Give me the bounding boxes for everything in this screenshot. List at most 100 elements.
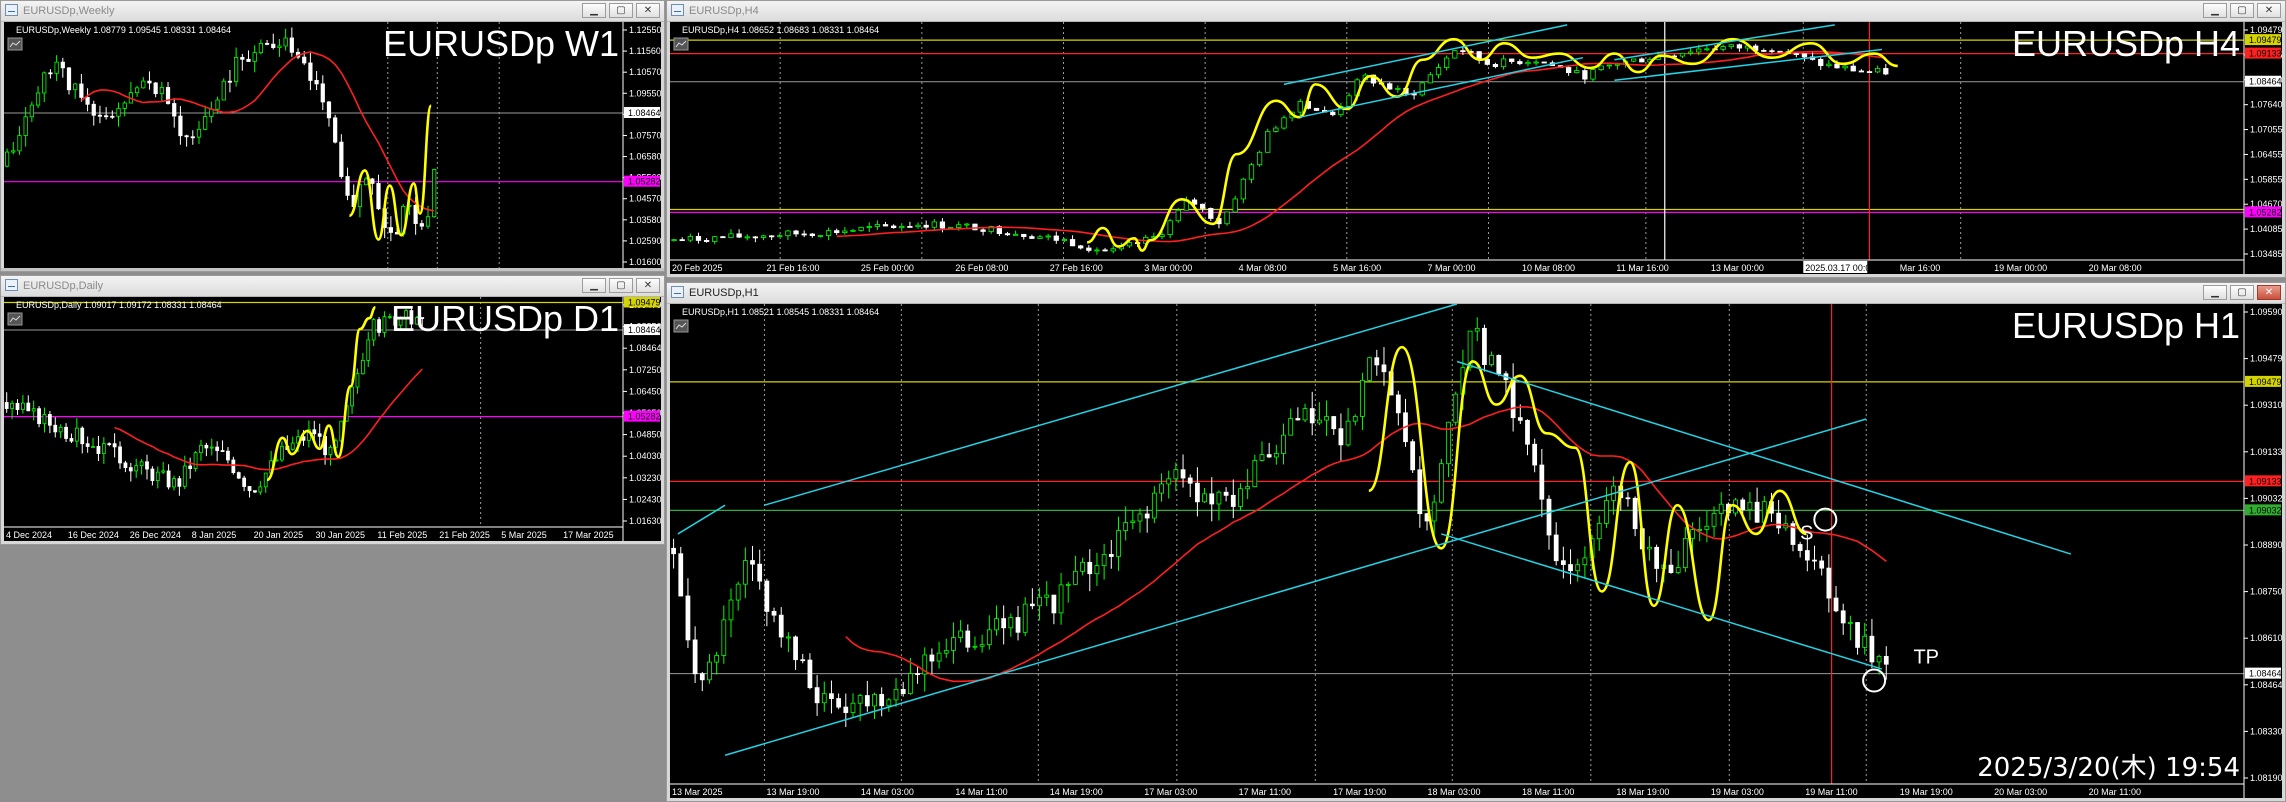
candle-body — [1769, 50, 1775, 53]
minimize-button[interactable]: ▁ — [2203, 3, 2227, 18]
minimize-button[interactable]: ▁ — [582, 3, 606, 18]
candle-body — [209, 446, 214, 449]
close-button[interactable]: ✕ — [2257, 285, 2281, 300]
price-tick-label: 1.06455 — [2250, 149, 2282, 159]
horizontal-scrollbar[interactable] — [1, 268, 664, 271]
current-price-tag-label: 1.08464 — [2249, 669, 2282, 679]
close-icon: ✕ — [2264, 5, 2274, 16]
candle-body — [376, 183, 381, 210]
price-chart-weekly[interactable]: 1.125501.115601.105701.095501.085601.075… — [4, 22, 661, 268]
chart-window-h1[interactable]: EURUSDp,H1 ▁ ▢ ✕ S TP 1.09590 1.09479 1.0931… — [666, 282, 2286, 802]
price-tick-label: 1.09550 — [629, 88, 661, 98]
candle-body — [242, 477, 247, 487]
candle-body — [1687, 51, 1694, 54]
candle-body — [31, 408, 36, 412]
window-titlebar[interactable]: EURUSDp,H4 ▁ ▢ ✕ — [667, 1, 2285, 22]
candle-body — [958, 630, 963, 638]
candle-body — [264, 42, 270, 45]
candle-body — [1061, 239, 1068, 241]
candle-body — [1265, 131, 1271, 153]
candle-body — [1266, 454, 1272, 458]
candle-body — [145, 461, 149, 470]
candle-body — [1175, 209, 1181, 222]
chart-canvas: 1.094791.088501.084641.072501.064501.056… — [4, 297, 661, 541]
candle-body — [96, 446, 101, 454]
candle-body — [1761, 50, 1767, 52]
candle-body — [377, 319, 381, 333]
candle-body — [907, 226, 913, 228]
candle-body — [1812, 559, 1817, 562]
price-chart-h4[interactable]: 1.094791.088251.082401.076401.070551.064… — [670, 22, 2282, 274]
candle-body — [685, 595, 691, 641]
price-tick-label: 1.08610 — [2250, 633, 2282, 643]
candle-body — [382, 316, 387, 333]
candle-body — [1273, 127, 1279, 132]
candle-body — [118, 446, 122, 464]
candle-body — [17, 135, 22, 152]
close-button[interactable]: ✕ — [636, 278, 660, 293]
minimize-button[interactable]: ▁ — [582, 278, 606, 293]
candle-body — [872, 694, 877, 707]
price-chart-daily[interactable]: 1.094791.088501.084641.072501.064501.056… — [4, 297, 661, 541]
candle-body — [196, 128, 202, 138]
maximize-button[interactable]: ▢ — [2230, 3, 2254, 18]
candle-body — [91, 446, 95, 448]
candle-body — [728, 599, 734, 621]
current-price-tag-label: 1.08464 — [628, 108, 661, 118]
close-button[interactable]: ✕ — [636, 3, 660, 18]
candle-body — [1360, 379, 1365, 417]
chart-window-weekly[interactable]: EURUSDp,Weekly ▁ ▢ ✕ 1.12550 1.11560 1.105… — [0, 0, 665, 272]
candle-body — [1484, 59, 1490, 65]
candle-body — [1102, 249, 1108, 252]
candle-body — [1053, 235, 1059, 241]
maximize-button[interactable]: ▢ — [609, 3, 633, 18]
maximize-icon: ▢ — [2237, 5, 2247, 16]
candle-body — [263, 472, 268, 488]
candle-body — [1101, 554, 1107, 567]
candle-body — [425, 216, 431, 227]
candle-body — [1352, 416, 1358, 422]
window-titlebar[interactable]: EURUSDp,H1 ▁ ▢ ✕ — [667, 283, 2285, 304]
candle-body — [247, 486, 252, 492]
candle-body — [1474, 327, 1480, 332]
candle-body — [326, 101, 332, 119]
candle-body — [1565, 67, 1572, 74]
candle-body — [1123, 522, 1129, 531]
close-icon: ✕ — [643, 280, 653, 291]
candle-body — [333, 117, 338, 143]
window-titlebar[interactable]: EURUSDp,Weekly ▁ ▢ ✕ — [1, 1, 664, 22]
candle-body — [215, 446, 220, 451]
chart-window-h4[interactable]: EURUSDp,H4 ▁ ▢ ✕ 1.094791.088251.082401.… — [666, 0, 2286, 278]
candle-body — [302, 56, 307, 64]
minimize-button[interactable]: ▁ — [2203, 285, 2227, 300]
candle-body — [122, 102, 127, 109]
chart-canvas: S TP 1.09590 1.09479 1.09310 1.09133 1.09032 1.… — [670, 304, 2282, 798]
candle-body — [1850, 65, 1856, 72]
maximize-button[interactable]: ▢ — [2230, 285, 2254, 300]
candle-body — [1202, 493, 1207, 503]
chart-window-icon — [5, 279, 18, 291]
level-price-tag-label: 1.09032 — [2249, 505, 2282, 515]
candle-body — [21, 402, 25, 411]
candle-body — [153, 82, 158, 95]
price-tick-label: 1.08750 — [2250, 587, 2282, 597]
candle-body — [74, 427, 79, 442]
price-chart-h1[interactable]: S TP 1.09590 1.09479 1.09310 1.09133 1.09032 1.… — [670, 304, 2282, 798]
candle-body — [1453, 393, 1459, 423]
candle-body — [778, 614, 784, 638]
candle-body — [1489, 355, 1494, 365]
candle-body — [1159, 483, 1164, 494]
candle-body — [728, 233, 734, 239]
candle-body — [687, 236, 693, 241]
candle-body — [1008, 617, 1014, 629]
chart-window-daily[interactable]: EURUSDp,Daily ▁ ▢ ✕ 1.094791.088501.0846… — [0, 275, 665, 545]
close-button[interactable]: ✕ — [2257, 3, 2281, 18]
maximize-button[interactable]: ▢ — [609, 278, 633, 293]
candle-body — [866, 226, 872, 228]
candle-body — [1718, 503, 1724, 514]
candle-body — [809, 233, 815, 237]
candle-body — [1439, 463, 1444, 503]
window-titlebar[interactable]: EURUSDp,Daily ▁ ▢ ✕ — [1, 276, 664, 297]
candle-body — [85, 443, 90, 447]
candle-body — [1883, 655, 1889, 665]
